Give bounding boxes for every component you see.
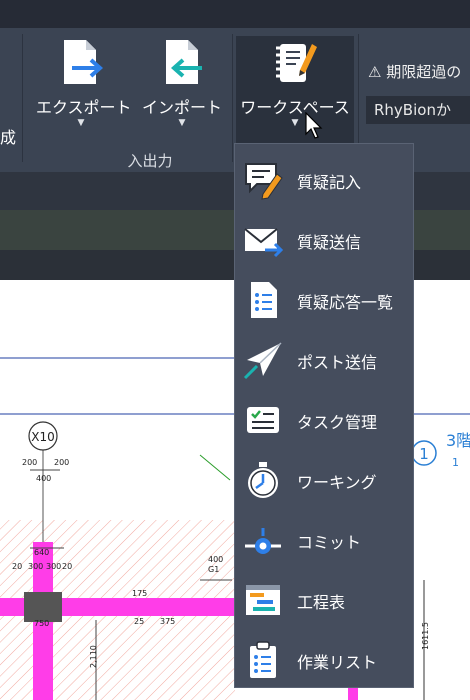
export-label: エクスポート — [36, 98, 132, 117]
notebook-pencil-icon — [276, 44, 317, 82]
menu-item-label: 工程表 — [297, 593, 346, 612]
dim-text: 175 — [132, 589, 147, 598]
export-icon — [64, 40, 104, 84]
menu-item-working[interactable]: ワーキング — [235, 449, 413, 509]
commit-icon — [245, 528, 281, 554]
menu-item-schedule[interactable]: 工程表 — [235, 569, 413, 629]
chevron-down-icon: ▼ — [77, 118, 85, 128]
menu-item-task-management[interactable]: タスク管理 — [235, 389, 413, 449]
dim-text: 400 — [208, 555, 223, 564]
ribbon-group-label: 入出力 — [127, 152, 173, 170]
dim-text: 640 — [34, 548, 49, 557]
menu-item-commit[interactable]: コミット — [235, 509, 413, 569]
import-label: インポート — [141, 98, 222, 117]
column-section — [24, 592, 62, 622]
grid-bubble-label: X10 — [31, 430, 55, 444]
dim-text: 20 — [62, 562, 72, 571]
ribbon-separator — [22, 34, 23, 162]
menu-item-qa-list[interactable]: 質疑応答一覧 — [235, 269, 413, 329]
menu-item-label: タスク管理 — [297, 413, 378, 432]
dim-text: 25 — [134, 617, 144, 626]
workspace-label: ワークスペース — [240, 98, 350, 117]
menu-item-label: コミット — [297, 533, 362, 552]
workspace-button[interactable]: ワークスペース ▼ — [236, 36, 354, 150]
stopwatch-icon — [248, 462, 278, 498]
chevron-down-icon: ▼ — [178, 118, 186, 128]
menu-item-label: 作業リスト — [297, 653, 378, 672]
menu-item-label: 質疑応答一覧 — [297, 293, 394, 312]
paper-plane-icon — [243, 342, 282, 380]
chevron-down-icon: ▼ — [291, 118, 299, 128]
leader-line — [199, 454, 231, 481]
menu-item-work-list[interactable]: 作業リスト — [235, 629, 413, 689]
mail-send-icon — [244, 228, 283, 258]
dim-text: 400 — [36, 474, 51, 483]
menu-item-question-entry[interactable]: 質疑記入 — [235, 149, 413, 209]
overdue-warning-text[interactable]: ⚠ 期限超過の — [368, 61, 461, 82]
dim-text: 200 — [54, 458, 69, 467]
ribbon-cut-label: 成 — [0, 128, 17, 147]
menu-item-post-send[interactable]: ポスト送信 — [235, 329, 413, 389]
menu-item-label: 質疑記入 — [297, 173, 362, 192]
checklist-icon — [251, 282, 277, 318]
dim-text: 1611.5 — [421, 622, 430, 650]
workspace-dropdown-menu: 質疑記入 質疑送信 質疑応答一覧 ポスト送信 タスク管理 ワーキング コミット … — [234, 143, 414, 688]
dim-text: 750 — [34, 619, 49, 628]
clipboard-list-icon — [250, 641, 276, 678]
edit-note-icon — [245, 163, 283, 200]
menu-item-label: ワーキング — [297, 473, 377, 492]
import-button[interactable]: インポート ▼ — [140, 36, 224, 150]
export-button[interactable]: エクスポート ▼ — [36, 36, 132, 150]
menu-item-question-send[interactable]: 質疑送信 — [235, 209, 413, 269]
mouse-cursor-icon — [305, 112, 323, 139]
dim-text: 375 — [160, 617, 175, 626]
section-scale: 1 — [452, 456, 459, 469]
dim-text: 300 — [28, 562, 43, 571]
gantt-chart-icon — [246, 585, 280, 615]
menu-item-label: 質疑送信 — [297, 233, 362, 252]
beam-label: G1 — [208, 565, 219, 574]
task-board-icon — [247, 407, 279, 433]
section-number: 1 — [419, 445, 429, 463]
ribbon-separator — [232, 34, 233, 162]
dim-text: 2,110 — [89, 645, 98, 668]
import-icon — [166, 40, 202, 84]
dim-text: 200 — [22, 458, 37, 467]
title-bar — [0, 0, 470, 28]
rhybion-field[interactable]: RhyBionか — [366, 96, 470, 124]
menu-item-label: ポスト送信 — [297, 353, 378, 372]
dim-text: 20 — [12, 562, 22, 571]
dim-text: 300 — [46, 562, 61, 571]
section-title: 3階 — [446, 431, 470, 450]
